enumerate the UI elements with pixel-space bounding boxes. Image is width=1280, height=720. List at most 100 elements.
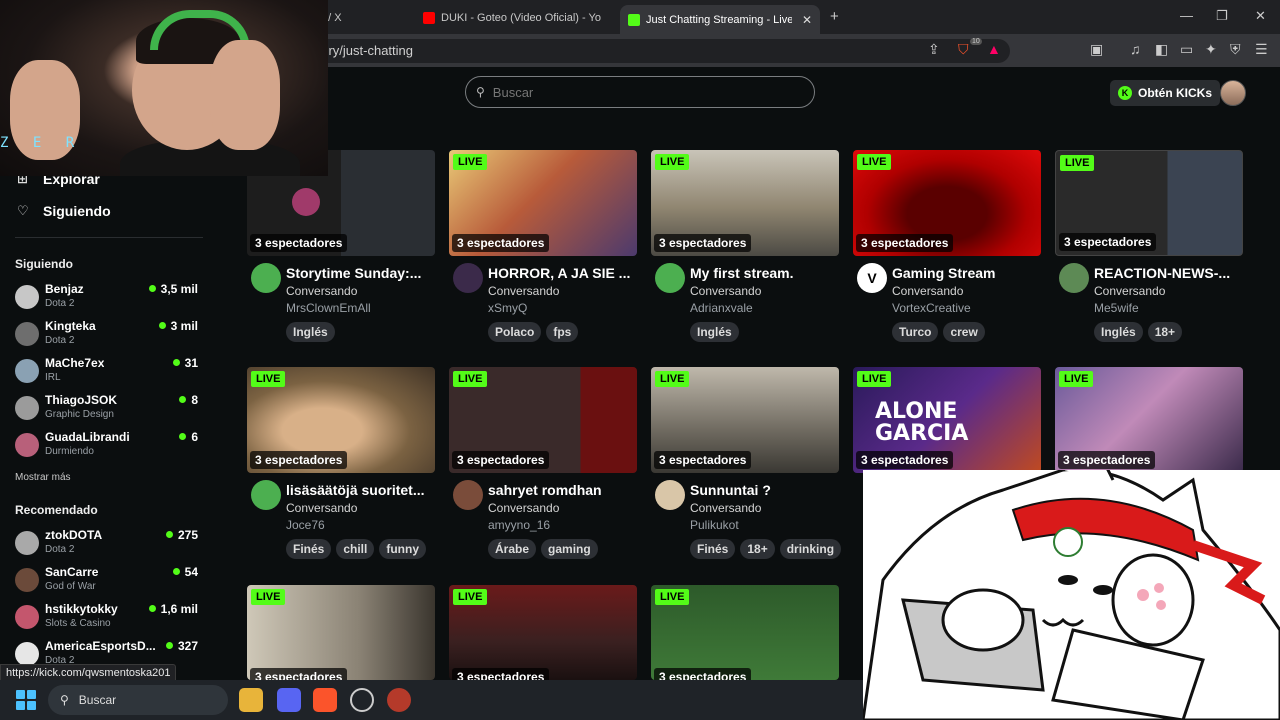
stream-thumbnail[interactable]: LIVE ALONE GARCIA 3 espectadores [853, 367, 1041, 473]
share-icon[interactable]: ⇪ [928, 41, 940, 58]
sidebar-channel[interactable]: GuadaLibrandi Durmiendo 6 [15, 430, 205, 464]
tag[interactable]: 18+ [740, 539, 775, 559]
obs-icon[interactable] [350, 688, 374, 712]
tab-youtube[interactable]: DUKI - Goteo (Video Oficial) - Yo [415, 5, 610, 30]
new-tab-button[interactable]: + [830, 8, 839, 25]
stream-thumbnail[interactable]: LIVE 3 espectadores [651, 367, 839, 473]
tag[interactable]: 18+ [1147, 322, 1183, 342]
stream-username[interactable]: Joce76 [286, 518, 325, 532]
show-more-link[interactable]: Mostrar más [15, 472, 71, 483]
avatar[interactable] [251, 480, 281, 510]
leo-icon[interactable]: ✦ [1205, 41, 1217, 58]
tag[interactable]: fps [546, 322, 579, 342]
tag[interactable]: Inglés [1094, 322, 1143, 342]
search-box[interactable]: ⚲ [465, 76, 815, 108]
stream-category[interactable]: Conversando [892, 284, 963, 298]
tag[interactable]: Árabe [488, 539, 537, 559]
file-explorer-icon[interactable] [239, 688, 263, 712]
stream-title[interactable]: Storytime Sunday:... [286, 265, 435, 281]
stream-username[interactable]: VortexCreative [892, 301, 971, 315]
close-window-button[interactable]: ✕ [1255, 8, 1266, 24]
tag[interactable]: Finés [690, 539, 736, 559]
tag[interactable]: funny [379, 539, 427, 559]
vortex-logo-icon[interactable]: V [857, 263, 887, 293]
stream-title[interactable]: HORROR, A JA SIE ... [488, 265, 637, 281]
stream-category[interactable]: Conversando [690, 284, 761, 298]
stream-thumbnail[interactable]: LIVE 3 espectadores [247, 367, 435, 473]
tag[interactable]: drinking [779, 539, 842, 559]
user-avatar[interactable] [1220, 80, 1246, 106]
tab-kick[interactable]: Just Chatting Streaming - Live St ✕ [620, 5, 820, 34]
stream-thumbnail[interactable]: LIVE 3 espectadores [449, 367, 637, 473]
minimize-button[interactable]: — [1180, 8, 1193, 23]
taskbar-search[interactable]: ⚲ Buscar [48, 685, 228, 715]
stream-thumbnail[interactable]: LIVE 3 espectadores [853, 150, 1041, 256]
stream-thumbnail[interactable]: LIVE 3 espectadores [1055, 367, 1243, 473]
stream-category[interactable]: Conversando [488, 501, 559, 515]
tag[interactable]: gaming [541, 539, 598, 559]
stream-username[interactable]: Adrianxvale [690, 301, 753, 315]
avatar[interactable] [655, 480, 685, 510]
brave-shields-icon[interactable]: ⛉ [958, 41, 969, 58]
discord-icon[interactable] [277, 688, 301, 712]
url-field[interactable]: gory/just-chatting [240, 39, 1010, 63]
stream-thumbnail[interactable]: LIVE 3 espectadores [1055, 150, 1243, 256]
stream-username[interactable]: Pulikukot [690, 518, 739, 532]
sidebar-channel[interactable]: SanCarre God of War 54 [15, 565, 205, 599]
search-input[interactable] [492, 84, 793, 100]
sidebar-icon[interactable]: ◧ [1155, 41, 1168, 58]
sidebar-channel[interactable]: hstikkytokky Slots & Casino 1,6 mil [15, 602, 205, 636]
maximize-button[interactable]: ❐ [1216, 8, 1228, 24]
stream-category[interactable]: Conversando [1094, 284, 1165, 298]
tag[interactable]: Finés [286, 539, 332, 559]
wallet-icon[interactable]: ▭ [1180, 41, 1193, 58]
brave-rewards-icon[interactable]: ▲ [987, 41, 1001, 57]
nav-following[interactable]: ♡ Siguiendo [17, 203, 111, 219]
sidebar-channel[interactable]: MaChe7ex IRL 31 [15, 356, 205, 390]
stream-title[interactable]: sahryet romdhan [488, 482, 637, 498]
app-icon[interactable] [387, 688, 411, 712]
tag[interactable]: chill [336, 539, 375, 559]
windows-start-icon[interactable] [16, 690, 36, 710]
brave-browser-icon[interactable] [313, 688, 337, 712]
stream-thumbnail[interactable]: LIVE 3 espectadores [651, 150, 839, 256]
stream-thumbnail[interactable]: LIVE 3 espectadores [449, 585, 637, 680]
stream-category[interactable]: Conversando [286, 501, 357, 515]
stream-category[interactable]: Conversando [286, 284, 357, 298]
sidebar-channel[interactable]: ztokDOTA Dota 2 275 [15, 528, 205, 562]
stream-category[interactable]: Conversando [690, 501, 761, 515]
tag[interactable]: crew [943, 322, 985, 342]
avatar[interactable] [251, 263, 281, 293]
close-icon[interactable]: ✕ [802, 13, 812, 27]
sidebar-channel[interactable]: ThiagoJSOK Graphic Design 8 [15, 393, 205, 427]
tag[interactable]: Turco [892, 322, 939, 342]
stream-title[interactable]: Gaming Stream [892, 265, 1041, 281]
stream-thumbnail[interactable]: LIVE 3 espectadores [651, 585, 839, 680]
stream-thumbnail[interactable]: LIVE 3 espectadores [247, 585, 435, 680]
stream-username[interactable]: xSmyQ [488, 301, 527, 315]
stream-title[interactable]: REACTION-NEWS-... [1094, 265, 1243, 281]
tag[interactable]: Inglés [690, 322, 739, 342]
viewer-count: 3 espectadores [452, 234, 550, 252]
stream-title[interactable]: Sunnuntai ? [690, 482, 839, 498]
get-kicks-button[interactable]: K Obtén KICKs [1110, 80, 1221, 106]
avatar[interactable] [453, 480, 483, 510]
stream-title[interactable]: My first stream. [690, 265, 839, 281]
stream-thumbnail[interactable]: LIVE 3 espectadores [449, 150, 637, 256]
tag[interactable]: Polaco [488, 322, 542, 342]
reader-icon[interactable]: ▣ [1090, 41, 1103, 58]
stream-category[interactable]: Conversando [488, 284, 559, 298]
avatar[interactable] [1059, 263, 1089, 293]
menu-icon[interactable]: ☰ [1255, 41, 1268, 58]
stream-username[interactable]: Me5wife [1094, 301, 1139, 315]
sidebar-channel[interactable]: Benjaz Dota 2 3,5 mil [15, 282, 205, 316]
vpn-icon[interactable]: ⛨ [1230, 41, 1241, 58]
avatar[interactable] [655, 263, 685, 293]
music-icon[interactable]: ♫ [1130, 41, 1141, 57]
sidebar-channel[interactable]: Kingteka Dota 2 3 mil [15, 319, 205, 353]
avatar[interactable] [453, 263, 483, 293]
stream-username[interactable]: MrsClownEmAll [286, 301, 371, 315]
stream-title[interactable]: lisäsäätöjä suoritet... [286, 482, 435, 498]
tag[interactable]: Inglés [286, 322, 335, 342]
stream-username[interactable]: amyyno_16 [488, 518, 550, 532]
